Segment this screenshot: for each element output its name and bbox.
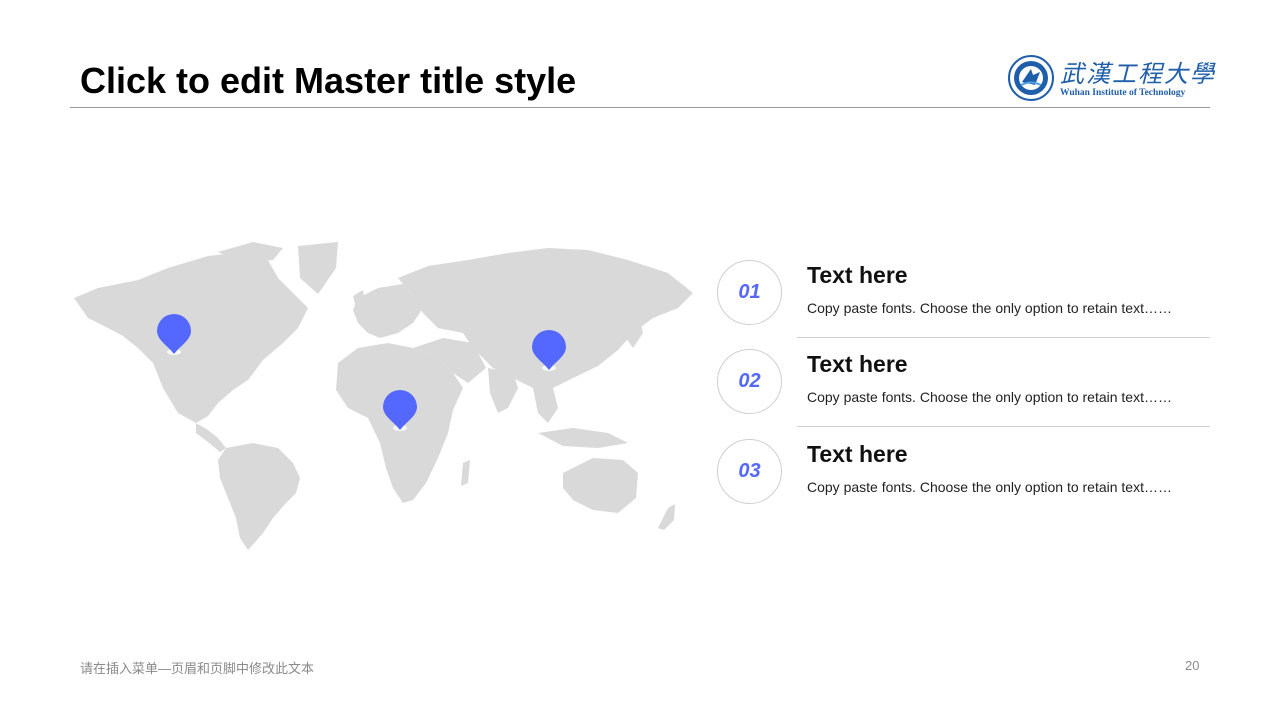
continent-greenland [298,242,338,294]
continent-india [488,368,518,413]
continent-south-america [218,443,300,550]
item-description[interactable]: Copy paste fonts. Choose the only option… [807,300,1172,316]
item-number-badge: 01 [717,260,782,325]
item-description[interactable]: Copy paste fonts. Choose the only option… [807,389,1172,405]
item-heading[interactable]: Text here [807,441,908,468]
item-number-badge: 03 [717,439,782,504]
world-map-graphic [74,242,693,550]
item-number-badge: 02 [717,349,782,414]
item-description[interactable]: Copy paste fonts. Choose the only option… [807,479,1172,495]
slide-title[interactable]: Click to edit Master title style [80,60,576,102]
university-logo: 武漢工程大學 Wuhan Institute of Technology [1006,53,1214,103]
continent-australia [563,458,638,513]
continent-north-america [74,252,308,423]
continent-madagascar [461,460,470,486]
continent-southeast-asia [533,388,558,423]
university-seal-icon [1008,55,1054,101]
list-item: 03 Text here Copy paste fonts. Choose th… [717,439,1210,529]
world-map [68,238,700,554]
logo-chinese-name: 武漢工程大學 [1060,60,1216,88]
item-heading[interactable]: Text here [807,351,908,378]
item-divider [797,337,1210,338]
logo-english-name: Wuhan Institute of Technology [1060,88,1186,98]
title-underline [70,107,1210,108]
item-heading[interactable]: Text here [807,262,908,289]
continent-indonesia [538,428,628,448]
footer-text[interactable]: 请在插入菜单—页眉和页脚中修改此文本 [80,658,314,677]
page-number: 20 [1185,658,1200,673]
continent-central-america [196,423,226,452]
item-divider [797,426,1210,427]
continent-new-zealand [658,504,675,530]
